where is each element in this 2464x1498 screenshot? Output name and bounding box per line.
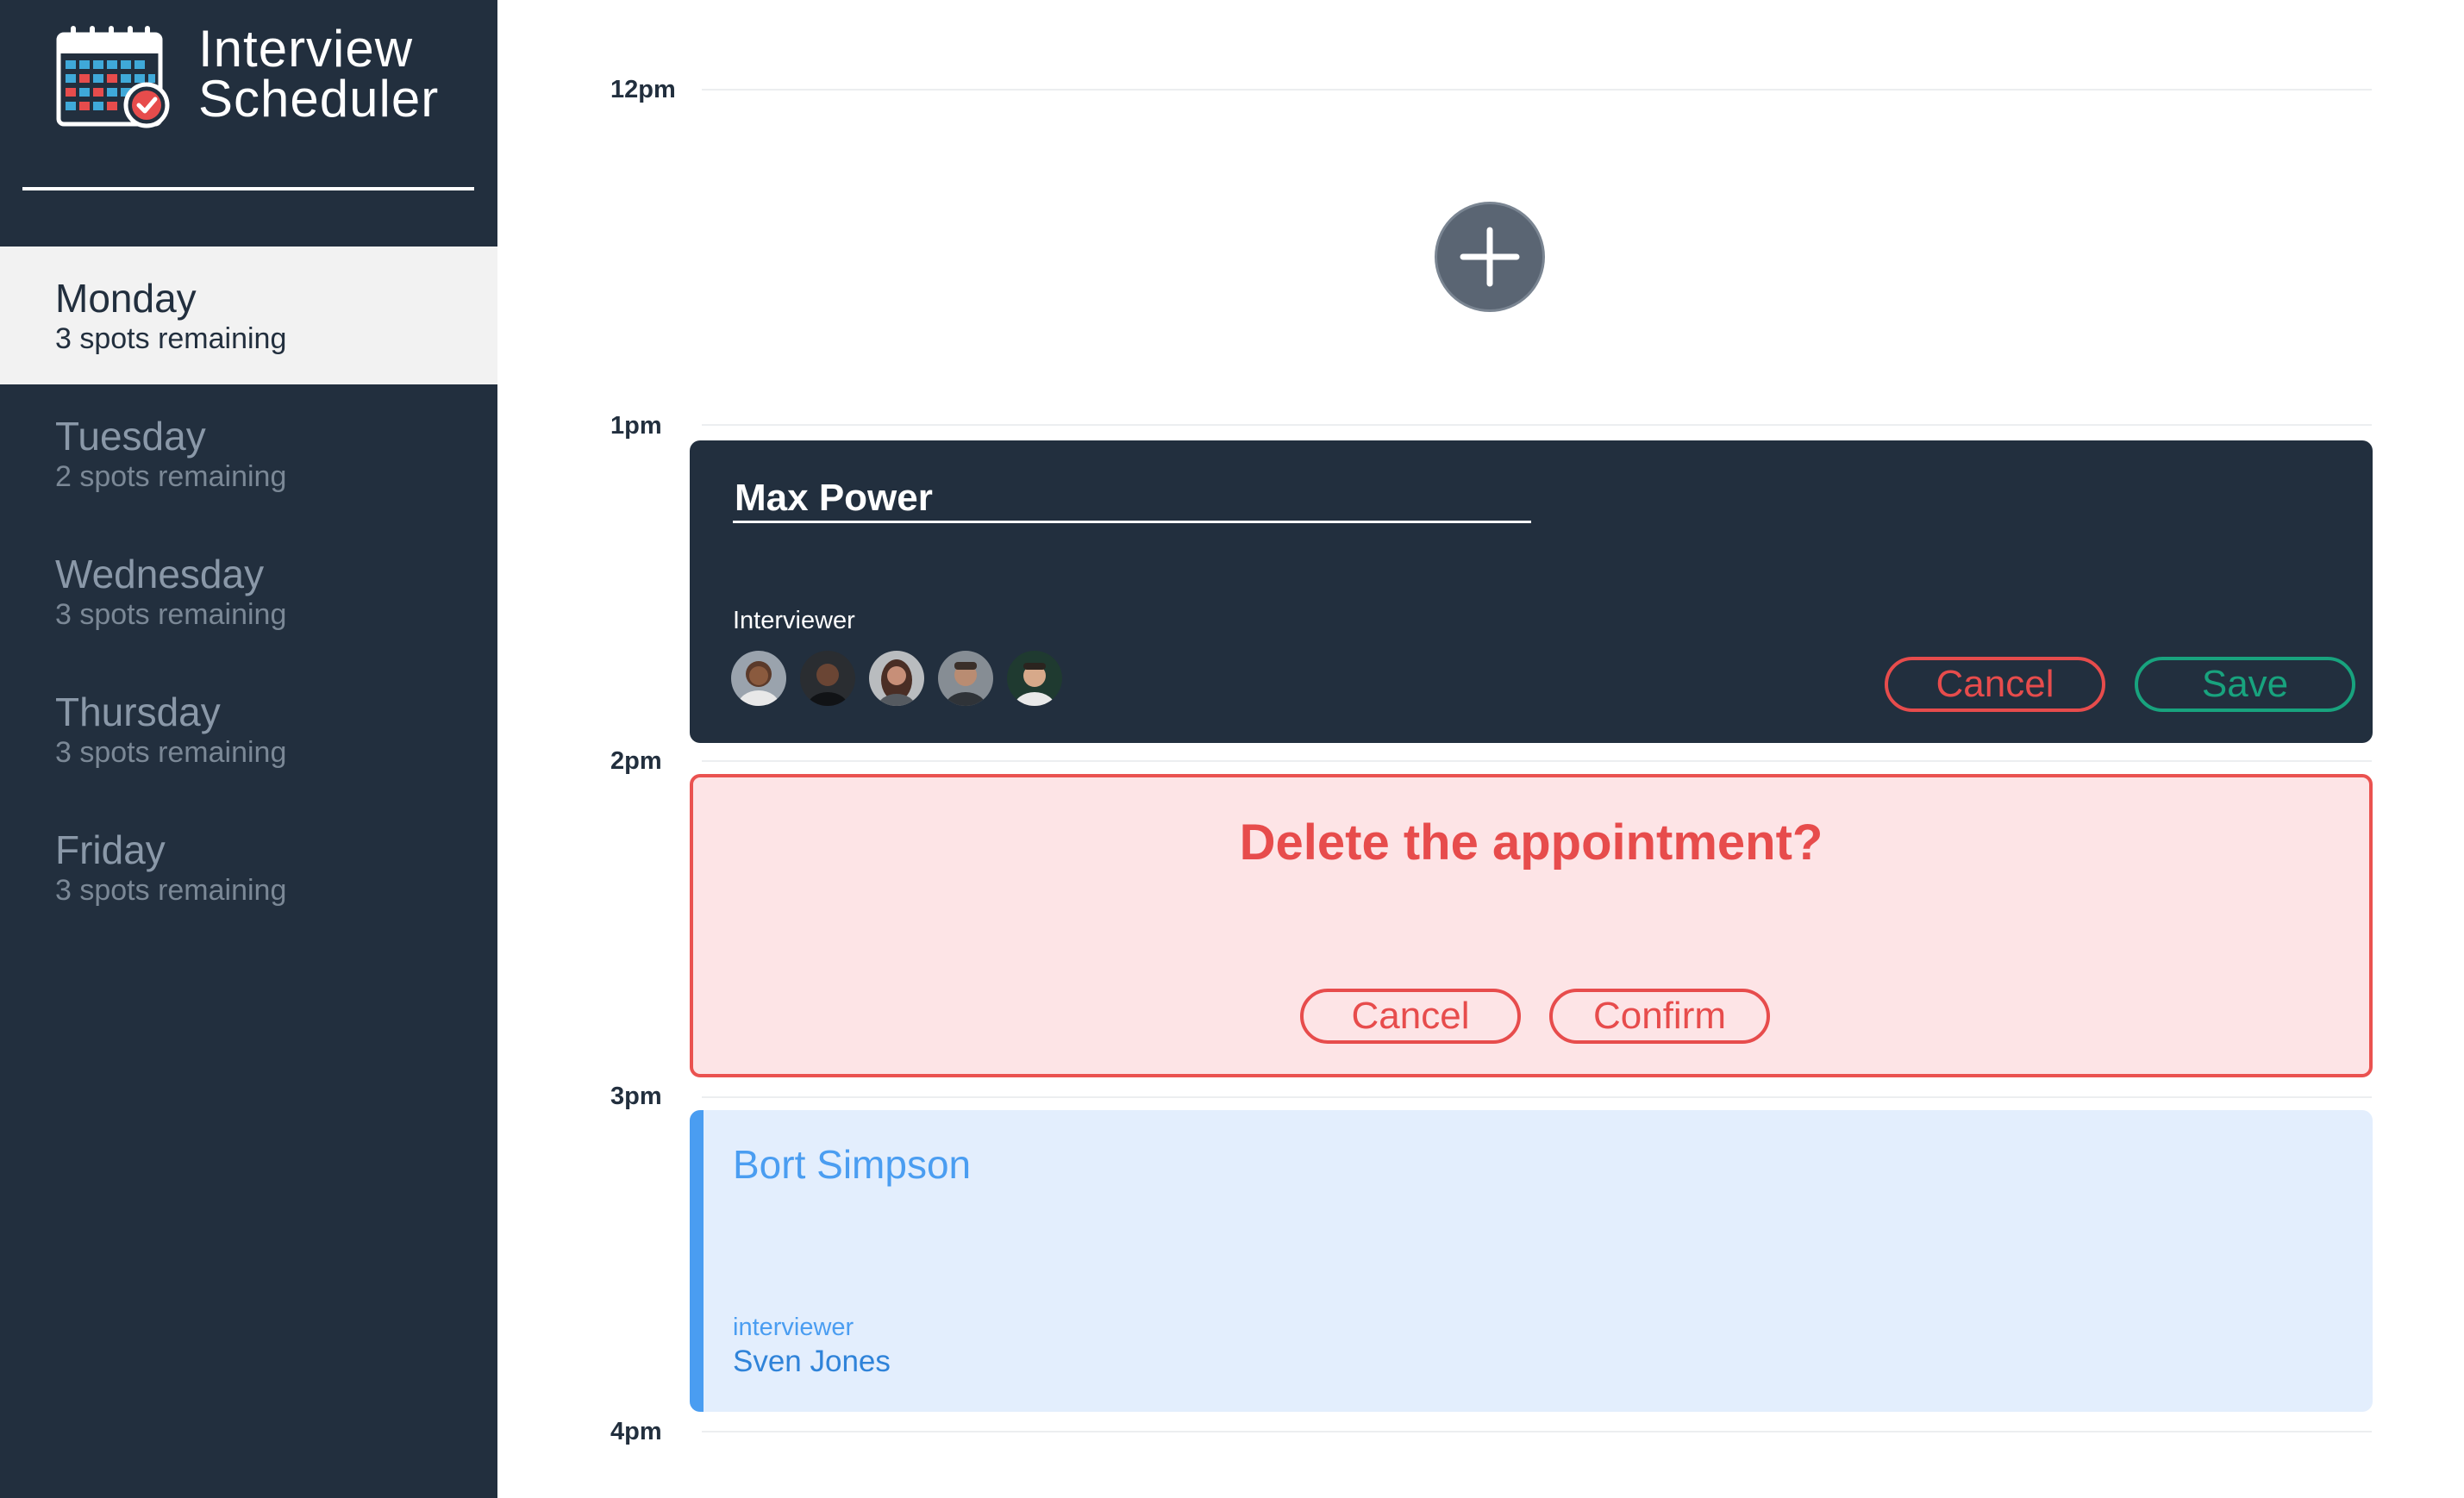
app-title: Interview Scheduler <box>198 20 440 128</box>
interviewer-list <box>731 651 1076 706</box>
delete-confirm-button[interactable]: Confirm <box>1549 989 1770 1044</box>
day-name: Friday <box>55 827 166 872</box>
day-name: Tuesday <box>55 414 206 459</box>
appointment-interviewer-name: Sven Jones <box>733 1345 891 1378</box>
interviewer-avatar-4[interactable] <box>938 651 993 706</box>
day-list: Monday 3 spots remaining Tuesday 2 spots… <box>0 247 497 936</box>
plus-icon <box>1460 227 1520 287</box>
time-label-2pm: 2pm <box>610 747 662 775</box>
day-name: Wednesday <box>55 552 265 596</box>
hour-line <box>702 1431 2372 1432</box>
save-button[interactable]: Save <box>2135 657 2355 712</box>
delete-cancel-button[interactable]: Cancel <box>1300 989 1521 1044</box>
interviewer-avatar-2[interactable] <box>800 651 855 706</box>
interviewer-heading: Interviewer <box>733 607 855 634</box>
appointment-form: Interviewer Cancel Save <box>690 440 2373 743</box>
interviewer-avatar-1[interactable] <box>731 651 786 706</box>
add-appointment-button[interactable] <box>1435 202 1545 312</box>
day-item-monday[interactable]: Monday 3 spots remaining <box>0 247 497 384</box>
time-label-1pm: 1pm <box>610 412 662 440</box>
appointment-interviewer-label: interviewer <box>733 1314 854 1341</box>
day-spots: 3 spots remaining <box>55 598 287 631</box>
day-item-wednesday[interactable]: Wednesday 3 spots remaining <box>0 522 497 660</box>
day-spots: 3 spots remaining <box>55 874 287 907</box>
hour-line <box>702 1096 2372 1098</box>
interviewer-avatar-5[interactable] <box>1007 651 1062 706</box>
day-name: Thursday <box>55 690 221 734</box>
app-title-line1: Interview <box>198 20 414 78</box>
sidebar-divider <box>22 187 474 190</box>
time-label-12pm: 12pm <box>610 76 676 103</box>
appointment-accent-bar <box>690 1110 704 1412</box>
day-item-tuesday[interactable]: Tuesday 2 spots remaining <box>0 384 497 522</box>
sidebar: Interview Scheduler Monday 3 spots remai… <box>0 0 497 1498</box>
delete-message: Delete the appointment? <box>1239 815 1823 871</box>
calendar-logo-icon <box>56 26 170 128</box>
time-label-3pm: 3pm <box>610 1083 662 1110</box>
day-spots: 2 spots remaining <box>55 460 287 493</box>
hour-line <box>702 424 2372 426</box>
app-title-line2: Scheduler <box>198 70 440 128</box>
day-item-thursday[interactable]: Thursday 3 spots remaining <box>0 660 497 798</box>
appointment-student-name: Bort Simpson <box>733 1142 972 1187</box>
day-item-friday[interactable]: Friday 3 spots remaining <box>0 798 497 936</box>
time-label-4pm: 4pm <box>610 1418 662 1445</box>
delete-confirmation: Delete the appointment? Cancel Confirm <box>690 774 2373 1077</box>
day-name: Monday <box>55 276 197 321</box>
day-spots: 3 spots remaining <box>55 736 287 769</box>
student-name-input[interactable] <box>733 475 1531 523</box>
cancel-button[interactable]: Cancel <box>1885 657 2105 712</box>
hour-line <box>702 89 2372 91</box>
day-spots: 3 spots remaining <box>55 322 287 355</box>
interviewer-avatar-3[interactable] <box>869 651 924 706</box>
appointment-card[interactable]: Bort Simpson interviewer Sven Jones <box>690 1110 2373 1412</box>
hour-line <box>702 760 2372 762</box>
